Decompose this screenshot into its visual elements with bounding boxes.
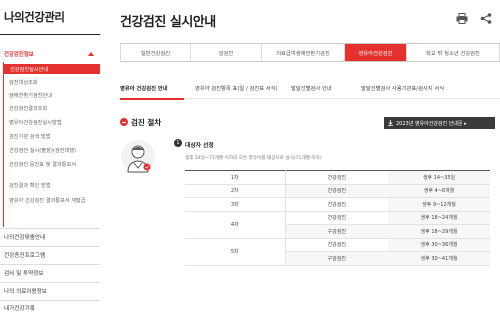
table-cell-period: 생후 30~41개월 [388, 251, 490, 266]
table-cell-type: 건강검진 [285, 238, 388, 252]
sidebar-item[interactable]: 검진기관 검색 방법 [4, 134, 99, 142]
table-cell-type: 구강검진 [285, 251, 388, 266]
table-cell-round: 5차 [185, 238, 286, 266]
caret-up-icon [88, 52, 94, 56]
tab-general-checkup[interactable]: 일반건강검진 [120, 44, 191, 61]
download-icon [388, 120, 393, 126]
table-row: 2차 건강검진 생후 4~6개월 [185, 184, 490, 198]
table-cell-type: 건강검진 [285, 197, 388, 212]
tab-medical-aid-checkup[interactable]: 의료급여생애전환기검진 [262, 44, 345, 61]
sidebar-main-item[interactable]: 검사 및 투약정보 [4, 269, 100, 277]
sidebar-divider [0, 34, 100, 35]
sidebar: 나의건강관리 건강검진정보 건강검진실시안내 검진대상조회 생애전환기검진안내 … [0, 0, 103, 314]
sidebar-main-item[interactable]: 나의 의료이용정보 [4, 287, 100, 295]
sidebar-item-label: 건강검진실시안내 [10, 67, 49, 73]
table-cell-round: 4차 [185, 211, 286, 239]
step-title: 대상자 선정 [185, 143, 214, 149]
table-cell-type: 구강검진 [285, 224, 388, 239]
sidebar-group-label: 건강검진정보 [4, 52, 34, 58]
share-icon[interactable] [480, 13, 492, 24]
table-cell-period: 생후 9~12개월 [388, 197, 490, 212]
sidebar-divider [0, 246, 100, 247]
sidebar-main-item[interactable]: 건강증진프로그램 [4, 251, 100, 259]
table-row: 5차 건강검진 생후 30~36개월 [185, 238, 490, 266]
schedule-table: 1차 건강검진 생후 14~35일 2차 건강검진 생후 4~6개월 3차 건강… [185, 170, 490, 266]
subtab-screening-forms[interactable]: 발달선별검사 사용기관표/검사지 서식 [361, 84, 444, 92]
sidebar-item[interactable]: 검진결과 확인 방법 [4, 183, 99, 191]
sidebar-divider [0, 300, 100, 301]
table-row: 3차 건강검진 생후 9~12개월 [185, 197, 490, 212]
table-cell-type: 건강검진 [285, 184, 388, 198]
subtab-development-screening[interactable]: 발달선별검사 안내 [291, 84, 332, 92]
step-number-badge: 1 [174, 139, 182, 147]
table-cell-round: 1차 [185, 170, 286, 185]
table-row: 1차 건강검진 생후 14~35일 [185, 170, 490, 185]
table-row: 4차 건강검진 생후 18~24개월 [185, 211, 490, 239]
sidebar-item[interactable]: 검진대상조회 [4, 80, 99, 88]
table-cell-round: 2차 [185, 184, 286, 198]
table-cell-period: 생후 18~29개월 [388, 224, 490, 239]
sidebar-item[interactable]: 건강검진 실시(출장)(검진대행) [4, 148, 99, 156]
print-icon[interactable] [456, 13, 468, 24]
table-cell-type: 건강검진 [285, 211, 388, 225]
tab-cancer-checkup[interactable]: 암검진 [191, 44, 262, 61]
sidebar-item[interactable]: 영유아 건강검진 결과통보서 재발급 [4, 198, 99, 206]
section-title: 검진 절차 [131, 118, 162, 127]
sub-tab-bar: 영유아 건강검진 안내 영유아 검진항목 표(일 / 검진표 서식) 발달선별검… [120, 79, 500, 99]
subtab-checkup-items[interactable]: 영유아 검진항목 표(일 / 검진표 서식) [195, 84, 278, 92]
sidebar-main-item[interactable]: 나의건강맞춤안내 [4, 233, 100, 241]
table-cell-period: 생후 18~24개월 [388, 211, 490, 225]
step-description: 생후 14일~71개월 이하의 모든 영유아를 대상으로 실시(71개월 이하) [185, 156, 322, 161]
sidebar-item[interactable]: 영유아건강검진실시방법 [4, 120, 99, 128]
sidebar-item[interactable]: 건강검진 문진표 및 결과통보서 [4, 162, 99, 170]
table-cell-period: 생후 30~36개월 [388, 238, 490, 252]
table-cell-period: 생후 14~35일 [388, 170, 490, 185]
tab-out-of-school-youth-checkup[interactable]: 학교 밖 청소년 건강검진 [407, 44, 500, 61]
table-cell-round: 3차 [185, 197, 286, 212]
sidebar-divider [0, 228, 100, 229]
table-cell-period: 생후 4~6개월 [388, 184, 490, 198]
top-tab-bar: 일반건강검진 암검진 의료급여생애전환기검진 영유아건강검진 학교 밖 청소년 … [120, 43, 500, 62]
sidebar-title: 나의건강관리 [4, 10, 65, 24]
table-cell-type: 건강검진 [285, 170, 388, 185]
download-guide-button[interactable]: 2023년 영유아건강검진 안내문 ▸ [384, 117, 495, 129]
sidebar-group-health-checkup[interactable]: 건강검진정보 [0, 48, 100, 62]
minus-circle-icon [120, 118, 128, 126]
sidebar-item[interactable]: 생애전환기검진안내 [4, 93, 99, 101]
sidebar-item[interactable]: 건강검진결과조회 [4, 106, 99, 114]
sidebar-divider [0, 264, 100, 265]
download-guide-label: 2023년 영유아건강검진 안내문 ▸ [396, 120, 467, 127]
sidebar-divider [0, 282, 100, 283]
tab-infant-checkup[interactable]: 영유아건강검진 [345, 44, 407, 61]
sidebar-main-item[interactable]: 내가건강기록 [4, 304, 100, 312]
page-title: 건강검진 실시안내 [120, 15, 216, 30]
active-subtab-indicator [120, 98, 184, 100]
doctor-avatar-icon [121, 140, 155, 174]
sidebar-item-active[interactable]: 건강검진실시안내 [4, 64, 100, 74]
subtab-infant-guide[interactable]: 영유아 건강검진 안내 [120, 84, 168, 92]
